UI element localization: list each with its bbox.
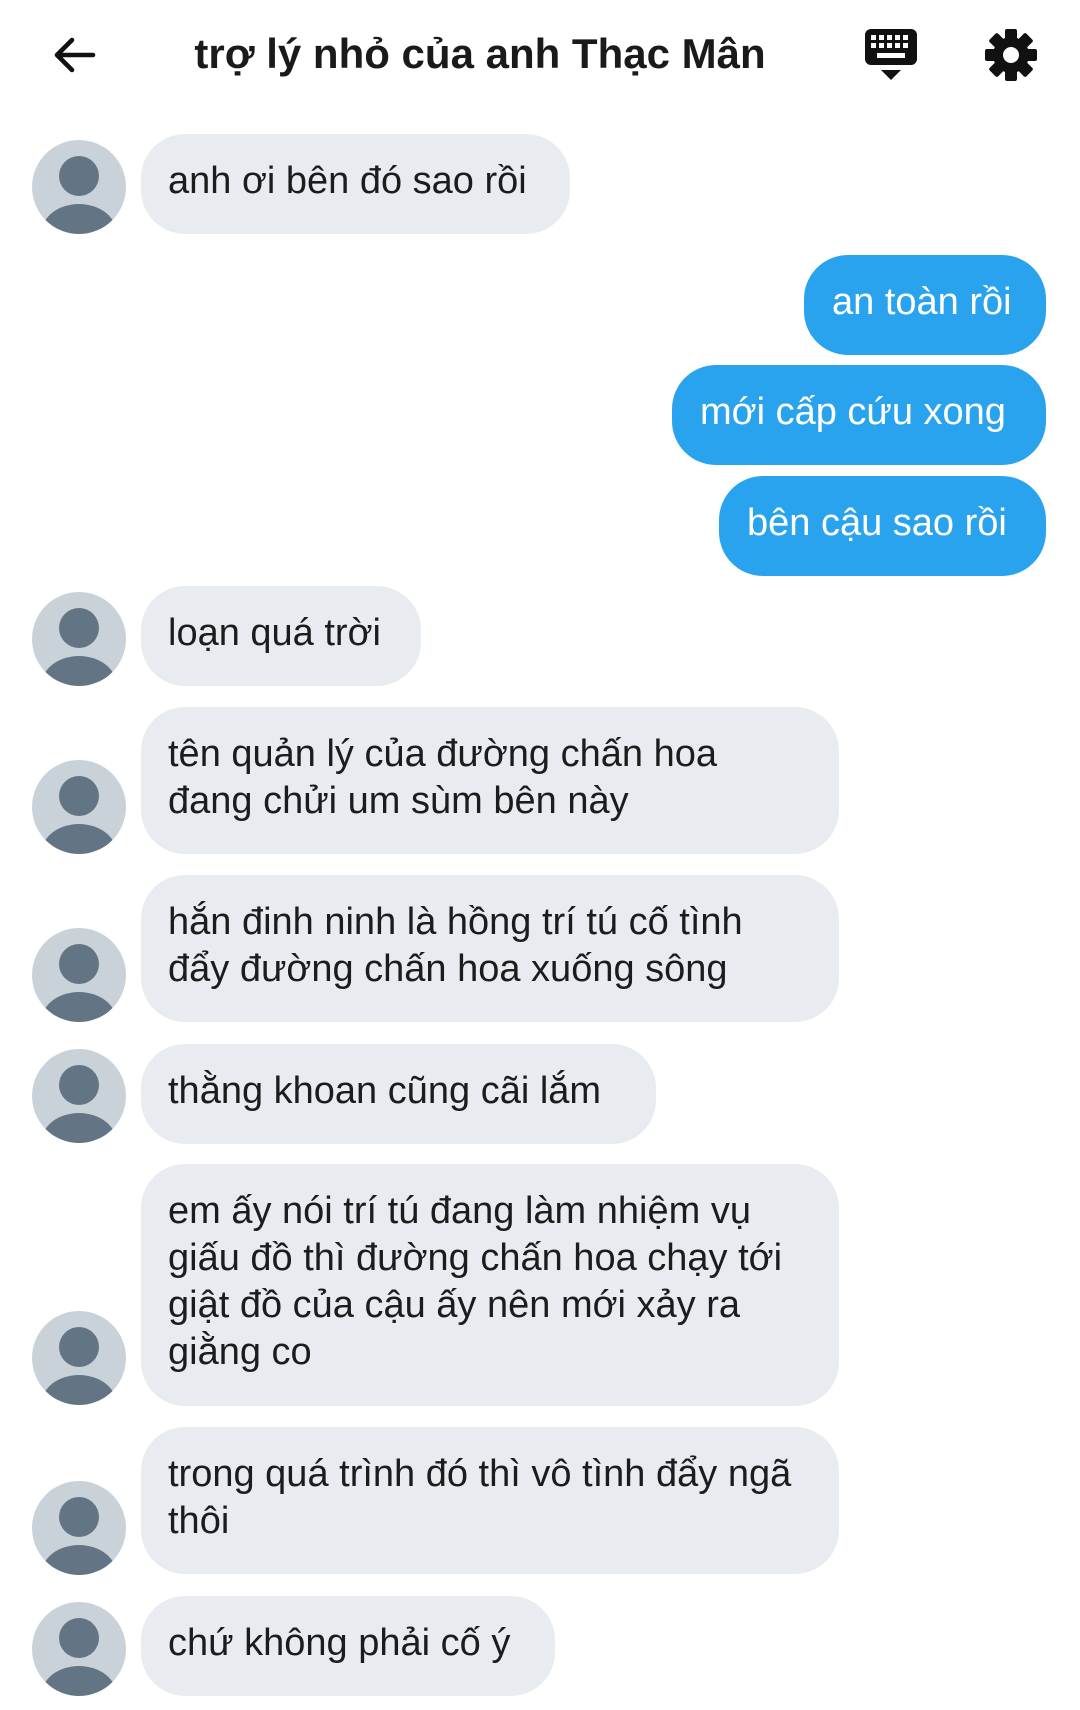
message-text: em ấy nói trí tú đang làm nhiệm vụ giấu … (168, 1190, 783, 1373)
person-icon (41, 776, 117, 854)
message-bubble[interactable]: loạn quá trời (141, 586, 421, 686)
person-icon (41, 1497, 117, 1575)
message-text: tên quản lý của đường chấn hoa đang chửi… (168, 733, 717, 822)
avatar (32, 760, 126, 854)
person-icon (41, 1327, 117, 1405)
message-bubble[interactable]: thằng khoan cũng cãi lắm (141, 1044, 656, 1144)
avatar (32, 140, 126, 234)
avatar (32, 1049, 126, 1143)
message-text: trong quá trình đó thì vô tình đẩy ngã t… (168, 1453, 792, 1542)
message-bubble[interactable]: an toàn rồi (804, 255, 1046, 355)
message-text: anh ơi bên đó sao rồi (168, 160, 527, 202)
keyboard-button[interactable] (858, 22, 924, 88)
message-text: bên cậu sao rồi (747, 502, 1007, 544)
message-bubble[interactable]: trong quá trình đó thì vô tình đẩy ngã t… (141, 1427, 839, 1574)
avatar (32, 1602, 126, 1696)
message-bubble[interactable]: hắn đinh ninh là hồng trí tú cố tình đẩy… (141, 875, 839, 1022)
message-bubble[interactable]: anh ơi bên đó sao rồi (141, 134, 570, 234)
arrow-left-icon (54, 37, 96, 73)
avatar (32, 928, 126, 1022)
chat-title: trợ lý nhỏ của anh Thạc Mân (194, 30, 766, 77)
person-icon (41, 944, 117, 1022)
message-text: mới cấp cứu xong (700, 391, 1006, 433)
person-icon (41, 608, 117, 686)
message-bubble[interactable]: mới cấp cứu xong (672, 365, 1046, 465)
person-icon (41, 1618, 117, 1696)
message-bubble[interactable]: chứ không phải cố ý (141, 1596, 555, 1696)
keyboard-icon (865, 29, 917, 80)
message-text: chứ không phải cố ý (168, 1622, 511, 1664)
person-icon (41, 1065, 117, 1143)
back-button[interactable] (44, 25, 104, 85)
gear-icon (985, 29, 1037, 81)
person-icon (41, 156, 117, 234)
message-text: an toàn rồi (832, 281, 1012, 323)
message-text: thằng khoan cũng cãi lắm (168, 1070, 602, 1112)
message-bubble[interactable]: tên quản lý của đường chấn hoa đang chửi… (141, 707, 839, 854)
settings-button[interactable] (980, 24, 1042, 86)
message-text: hắn đinh ninh là hồng trí tú cố tình đẩy… (168, 901, 743, 990)
avatar (32, 1481, 126, 1575)
message-text: loạn quá trời (168, 612, 381, 654)
avatar (32, 1311, 126, 1405)
chat-header: trợ lý nhỏ của anh Thạc Mân (0, 0, 1080, 110)
message-bubble[interactable]: bên cậu sao rồi (719, 476, 1046, 576)
avatar (32, 592, 126, 686)
message-bubble[interactable]: em ấy nói trí tú đang làm nhiệm vụ giấu … (141, 1164, 839, 1406)
